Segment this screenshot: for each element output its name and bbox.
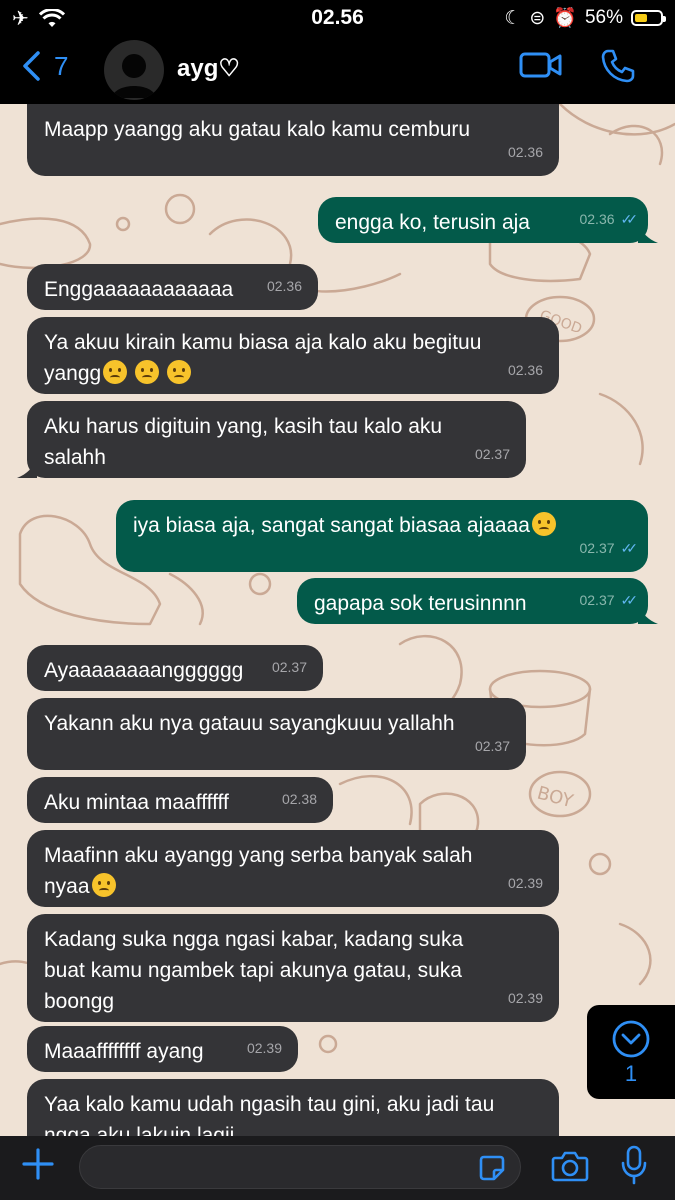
message-incoming[interactable]: Kadang suka ngga ngasi kabar, kadang suk… [27, 914, 559, 1022]
message-incoming[interactable]: Maafinn aku ayangg yang serba banyak sal… [27, 830, 559, 907]
battery-percent: 56% [584, 7, 623, 28]
message-time: 02.36 ✓✓ [579, 204, 639, 235]
confused-face-emoji [135, 360, 160, 384]
input-bar [0, 1136, 675, 1200]
message-text: engga ko, terusin aja [335, 211, 530, 234]
message-text-line3: boongg [44, 990, 115, 1013]
message-text: Maaaffffffff ayang [44, 1040, 204, 1063]
video-camera-icon [519, 52, 562, 78]
message-time: 02.37 [474, 738, 510, 754]
voice-call-button[interactable] [600, 48, 636, 89]
plus-icon [22, 1148, 54, 1180]
contact-name[interactable]: ayg♡ [177, 54, 240, 83]
message-text: Aku mintaa maaffffff [44, 791, 229, 814]
smiling-face-emoji [531, 512, 556, 536]
message-incoming[interactable]: Aku harus digituin yang, kasih tau kalo … [17, 401, 526, 478]
message-outgoing[interactable]: gapapa sok terusinnnn 02.37 ✓✓ [297, 578, 658, 624]
message-time: 02.36 [266, 278, 302, 294]
battery-icon [631, 10, 666, 26]
avatar[interactable] [104, 40, 164, 100]
person-silhouette-icon [112, 54, 156, 98]
bubble-tail [17, 458, 37, 478]
message-time: 02.39 [507, 990, 543, 1006]
message-incoming[interactable]: Yaa kalo kamu udah ngasih tau gini, aku … [27, 1079, 559, 1136]
svg-text:BOY: BOY [535, 783, 576, 813]
message-time: 02.36 [507, 144, 543, 160]
camera-icon [551, 1151, 589, 1182]
message-text-line2: ngga aku lakuin lagii [44, 1124, 235, 1136]
message-incoming[interactable]: Ayaaaaaaaangggggg 02.37 [27, 645, 323, 691]
confused-face-emoji [91, 873, 116, 897]
message-text-line2: yangg [44, 358, 543, 389]
back-button[interactable]: 7 [20, 50, 68, 82]
double-check-icon: ✓✓ [620, 211, 639, 227]
chat-header: 7 ayg♡ [0, 34, 675, 104]
status-right-icons: ☾ ⊜ ⏰ 56% [504, 6, 666, 30]
message-time: 02.36 [507, 362, 543, 378]
message-text: Yaa kalo kamu udah ngasih tau gini, aku … [44, 1093, 495, 1116]
microphone-icon [621, 1145, 647, 1185]
phone-icon [601, 49, 635, 83]
confused-face-emoji [166, 360, 191, 384]
orientation-lock-icon: ⊜ [529, 7, 546, 29]
chevron-down-circle-icon [612, 1020, 650, 1058]
message-text: Maapp yaangg aku gatau kalo kamu cemburu [44, 118, 471, 141]
message-outgoing[interactable]: engga ko, terusin aja 02.36 ✓✓ [318, 197, 658, 243]
scroll-to-bottom-button[interactable]: 1 [587, 1005, 675, 1099]
status-bar: ✈ 02.56 ☾ ⊜ ⏰ 56% [0, 0, 675, 34]
bubble-tail [638, 223, 658, 243]
message-time: 02.39 [246, 1040, 282, 1056]
message-input[interactable] [79, 1145, 521, 1189]
video-call-button[interactable] [519, 50, 563, 85]
message-text: Kadang suka ngga ngasi kabar, kadang suk… [44, 928, 464, 951]
battery-fill [635, 14, 647, 22]
message-text-line: iya biasa aja, sangat sangat biasaa ajaa… [133, 510, 632, 541]
chat-area[interactable]: GOOD BOY Maapp yaangg aku gatau kalo kam… [0, 104, 675, 1136]
message-text-line2: salahh [44, 446, 106, 469]
back-count: 7 [54, 50, 69, 81]
message-time: 02.38 [281, 791, 317, 807]
sticker-icon [479, 1155, 505, 1181]
message-text-line2: buat kamu ngambek tapi akunya gatau, suk… [44, 959, 462, 982]
message-text: Maafinn aku ayangg yang serba banyak sal… [44, 844, 473, 867]
camera-button[interactable] [551, 1150, 589, 1187]
message-incoming[interactable]: Yakann aku nya gatauu sayangkuuu yallahh… [27, 698, 526, 770]
double-check-icon: ✓✓ [620, 540, 639, 556]
confused-face-emoji [103, 360, 128, 384]
message-text: Ayaaaaaaaangggggg [44, 659, 244, 682]
message-incoming[interactable]: Enggaaaaaaaaaaaa 02.36 [27, 264, 318, 310]
message-time: 02.37 ✓✓ [579, 533, 639, 564]
message-incoming[interactable]: Maaaffffffff ayang 02.39 [27, 1026, 298, 1072]
microphone-button[interactable] [620, 1144, 648, 1191]
message-text: gapapa sok terusinnnn [314, 592, 527, 615]
message-text-line2: nyaa [44, 871, 543, 902]
chevron-left-icon [23, 51, 40, 81]
message-text: Yakann aku nya gatauu sayangkuuu yallahh [44, 712, 455, 735]
sticker-button[interactable] [478, 1154, 506, 1187]
moon-icon: ☾ [504, 7, 522, 29]
message-outgoing[interactable]: iya biasa aja, sangat sangat biasaa ajaa… [116, 500, 648, 572]
message-text: Ya akuu kirain kamu biasa aja kalo aku b… [44, 331, 482, 354]
alarm-icon: ⏰ [553, 8, 577, 29]
message-incoming[interactable]: Ya akuu kirain kamu biasa aja kalo aku b… [27, 317, 559, 394]
double-check-icon: ✓✓ [620, 592, 639, 608]
message-incoming[interactable]: Maapp yaangg aku gatau kalo kamu cemburu… [27, 104, 559, 176]
message-text: Enggaaaaaaaaaaaa [44, 278, 234, 301]
bubble-tail [638, 604, 658, 624]
attach-button[interactable] [20, 1146, 56, 1187]
message-text: Aku harus digituin yang, kasih tau kalo … [44, 415, 443, 438]
message-time: 02.37 ✓✓ [579, 585, 639, 616]
unread-count: 1 [624, 1061, 638, 1086]
message-time: 02.37 [271, 659, 307, 675]
message-time: 02.39 [507, 875, 543, 891]
message-time: 02.37 [474, 446, 510, 462]
message-incoming[interactable]: Aku mintaa maaffffff 02.38 [27, 777, 333, 823]
